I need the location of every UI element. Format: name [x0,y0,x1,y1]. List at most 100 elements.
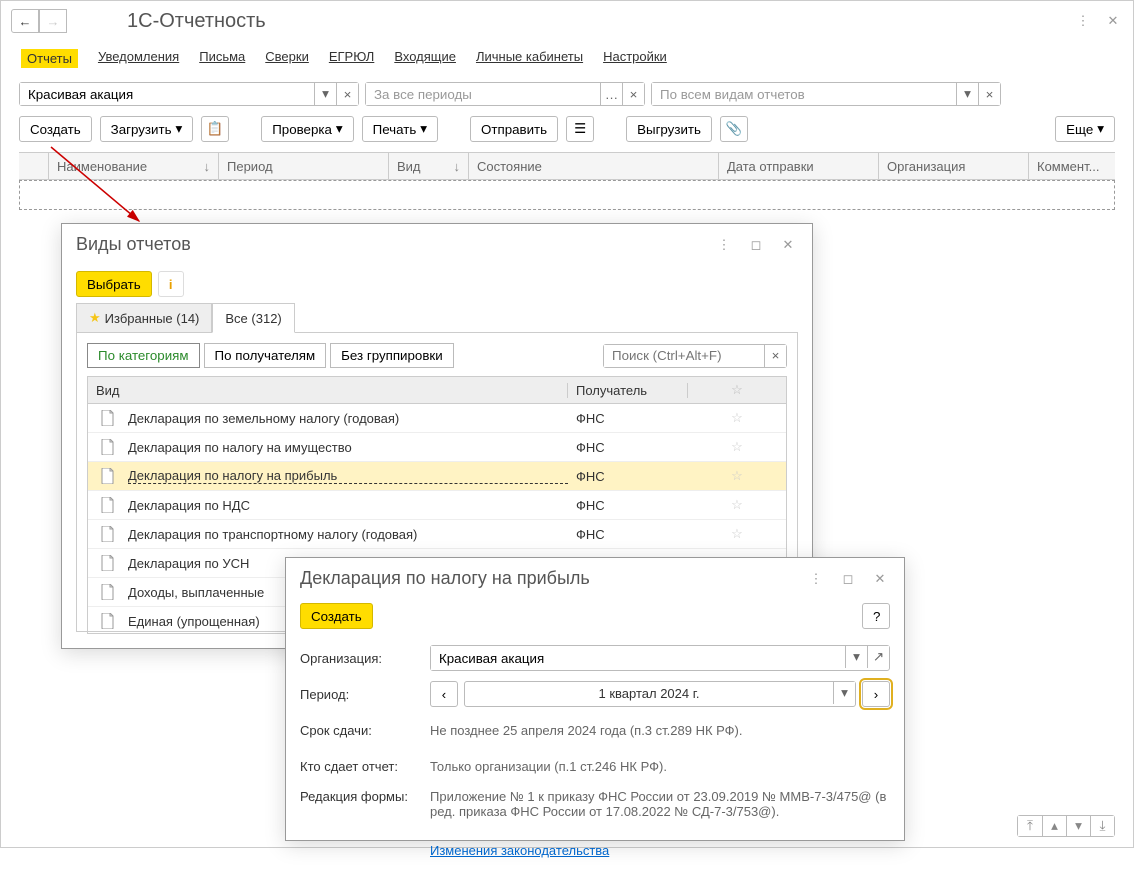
period-ellipsis-button[interactable]: … [600,83,622,105]
period-next-button[interactable]: › [862,681,890,707]
favorite-star-icon[interactable]: ☆ [688,468,786,484]
print-button[interactable]: Печать ▾ [362,116,438,142]
send-button[interactable]: Отправить [470,116,558,142]
kebab-icon[interactable]: ⋮ [1073,11,1093,31]
row-name: Декларация по НДС [128,498,568,513]
col-recipient-header[interactable]: Получатель [568,383,688,398]
law-changes-link[interactable]: Изменения законодательства [430,843,609,858]
row-name: Декларация по транспортному налогу (годо… [128,527,568,542]
tab-reports[interactable]: Отчеты [21,49,78,68]
col-sent-date[interactable]: Дата отправки [719,153,879,179]
scroll-up-button[interactable]: ▴ [1042,816,1066,836]
maximize-icon[interactable]: ◻ [838,569,858,589]
org-dropdown-button[interactable]: ▾ [314,83,336,105]
org-clear-button[interactable]: × [336,83,358,105]
org-filter-input[interactable] [20,83,314,105]
row-name: Декларация по налогу на прибыль [128,468,568,484]
org-dropdown-button[interactable]: ▾ [845,646,867,668]
info-icon[interactable]: i [158,271,184,297]
col-kind-header[interactable]: Вид [88,383,568,398]
period-filter-input[interactable] [366,83,600,105]
row-name: Декларация по земельному налогу (годовая… [128,411,568,426]
col-organization[interactable]: Организация [879,153,1029,179]
type-filter-input[interactable] [652,83,956,105]
chevron-down-icon: ▾ [1097,121,1104,137]
group-by-recipient-button[interactable]: По получателям [204,343,327,368]
who-value: Только организации (п.1 ст.246 НК РФ). [430,759,890,774]
document-icon [88,410,128,426]
no-grouping-button[interactable]: Без группировки [330,343,454,368]
deadline-label: Срок сдачи: [300,723,430,738]
tab-reconciliations[interactable]: Сверки [265,49,309,68]
tab-egrul[interactable]: ЕГРЮЛ [329,49,374,68]
close-icon[interactable]: ✕ [778,235,798,255]
report-type-row[interactable]: Декларация по НДСФНС☆ [88,491,786,520]
tab-favorites[interactable]: ★Избранные (14) [76,303,212,333]
report-type-row[interactable]: Декларация по налогу на прибыльФНС☆ [88,462,786,491]
document-icon [88,526,128,542]
scroll-down-button[interactable]: ▾ [1066,816,1090,836]
report-type-row[interactable]: Декларация по земельному налогу (годовая… [88,404,786,433]
period-label: Период: [300,687,430,702]
type-clear-button[interactable]: × [978,83,1000,105]
org-input[interactable] [431,646,845,670]
more-button[interactable]: Еще ▾ [1055,116,1115,142]
search-input[interactable] [604,345,764,367]
create-report-button[interactable]: Создать [300,603,373,629]
list-settings-button[interactable]: ☰ [566,116,594,142]
favorite-star-icon[interactable]: ☆ [688,439,786,455]
report-type-row[interactable]: Декларация по транспортному налогу (годо… [88,520,786,549]
col-name[interactable]: Наименование [57,159,147,174]
scroll-bottom-button[interactable]: ⤓ [1090,816,1114,836]
kebab-icon[interactable]: ⋮ [714,235,734,255]
close-icon[interactable]: ✕ [870,569,890,589]
tab-settings[interactable]: Настройки [603,49,667,68]
create-report-dialog: Декларация по налогу на прибыль ⋮ ◻ ✕ Со… [285,557,905,841]
report-type-row[interactable]: Декларация по налогу на имуществоФНС☆ [88,433,786,462]
copy-button[interactable]: 📋 [201,116,229,142]
period-clear-button[interactable]: × [622,83,644,105]
star-icon: ☆ [731,382,743,398]
row-recipient: ФНС [568,411,688,426]
favorite-star-icon[interactable]: ☆ [688,526,786,542]
favorite-star-icon[interactable]: ☆ [688,497,786,513]
tab-cabinets[interactable]: Личные кабинеты [476,49,583,68]
search-clear-button[interactable]: × [764,345,786,367]
favorite-star-icon[interactable]: ☆ [688,410,786,426]
tab-all[interactable]: Все (312) [212,303,294,333]
tab-notifications[interactable]: Уведомления [98,49,179,68]
maximize-icon[interactable]: ◻ [746,235,766,255]
close-icon[interactable]: ✕ [1103,11,1123,31]
nav-forward-button[interactable]: → [39,9,67,33]
group-by-category-button[interactable]: По категориям [87,343,200,368]
load-button[interactable]: Загрузить ▾ [100,116,194,142]
kebab-icon[interactable]: ⋮ [806,569,826,589]
chevron-down-icon: ▾ [336,121,343,137]
tab-letters[interactable]: Письма [199,49,245,68]
type-dropdown-button[interactable]: ▾ [956,83,978,105]
create-button[interactable]: Создать [19,116,92,142]
attach-button[interactable]: 📎 [720,116,748,142]
col-comment[interactable]: Коммент... [1029,153,1115,179]
document-icon [88,468,128,484]
col-period[interactable]: Период [219,153,389,179]
grid-scroll-controls: ⤒ ▴ ▾ ⤓ [1017,815,1115,837]
col-state[interactable]: Состояние [469,153,719,179]
chevron-down-icon: ▾ [176,121,183,137]
help-button[interactable]: ? [862,603,890,629]
col-kind[interactable]: Вид [397,159,421,174]
grid-body[interactable] [19,180,1115,210]
deadline-value: Не позднее 25 апреля 2024 года (п.3 ст.2… [430,723,890,738]
nav-back-button[interactable]: ← [11,9,39,33]
org-open-button[interactable]: ↗ [867,646,889,668]
scroll-top-button[interactable]: ⤒ [1018,816,1042,836]
check-button[interactable]: Проверка ▾ [261,116,353,142]
select-button[interactable]: Выбрать [76,271,152,297]
period-dropdown-button[interactable]: ▾ [833,682,855,704]
period-prev-button[interactable]: ‹ [430,681,458,707]
org-label: Организация: [300,651,430,666]
document-icon [88,613,128,629]
document-icon [88,439,128,455]
export-button[interactable]: Выгрузить [626,116,712,142]
tab-incoming[interactable]: Входящие [394,49,456,68]
